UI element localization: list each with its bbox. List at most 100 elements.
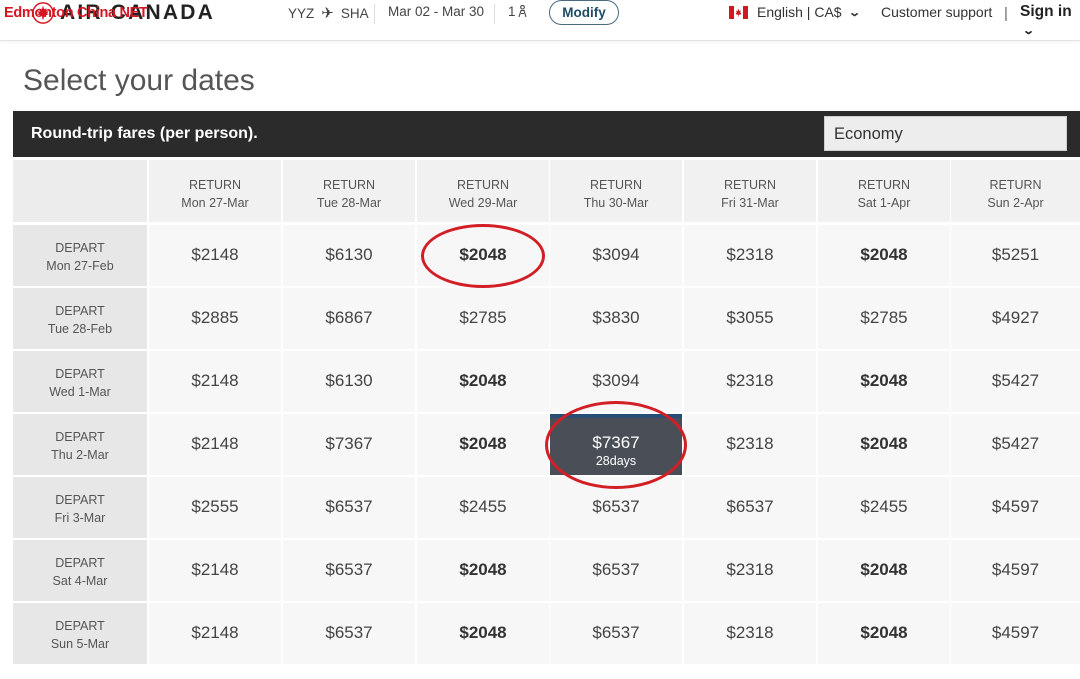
fare-price: $6537	[325, 497, 373, 516]
fare-cell[interactable]: $6537	[283, 603, 415, 664]
fare-cell[interactable]: $3055	[684, 288, 816, 349]
fare-cell[interactable]: $5427	[951, 414, 1080, 475]
return-date-header: RETURN Wed 29-Mar	[417, 160, 549, 222]
fare-cell[interactable]: $2785	[818, 288, 950, 349]
fare-price: $6537	[592, 623, 640, 642]
return-date-header: RETURN Fri 31-Mar	[684, 160, 816, 222]
depart-date-header: DEPART Tue 28-Feb	[13, 288, 147, 349]
fare-cell[interactable]: $2048	[818, 351, 950, 412]
fare-price: $7367	[592, 433, 640, 452]
fare-cell[interactable]: $2885	[149, 288, 281, 349]
watermark: Edmonton China NET	[4, 5, 148, 21]
fare-cell[interactable]: $3094	[550, 225, 682, 286]
person-icon	[517, 5, 527, 18]
fare-cell[interactable]: $6867	[283, 288, 415, 349]
fare-cell[interactable]: $4597	[951, 477, 1080, 538]
depart-label: DEPART	[55, 619, 105, 633]
fare-cell[interactable]: $2318	[684, 414, 816, 475]
fare-price: $2455	[459, 497, 507, 516]
sign-in-button[interactable]: Sign in ⌄	[1020, 3, 1080, 39]
modify-button[interactable]: Modify	[549, 0, 619, 25]
fare-cell[interactable]: $2148	[149, 603, 281, 664]
trip-dates[interactable]: Mar 02 - Mar 30	[388, 4, 484, 19]
customer-support-link[interactable]: Customer support	[881, 4, 992, 20]
return-label: RETURN	[723, 178, 777, 192]
fare-price: $2318	[726, 560, 774, 579]
return-date: Sat 1-Apr	[857, 196, 911, 210]
fare-cell[interactable]: $3094	[550, 351, 682, 412]
fare-cell[interactable]: $4597	[951, 540, 1080, 601]
fare-cell[interactable]: $6537	[283, 477, 415, 538]
chevron-down-icon: ⌄	[1022, 25, 1036, 37]
fare-cell-selected[interactable]: $7367 28days	[550, 414, 682, 475]
return-label: RETURN	[322, 178, 376, 192]
trip-route[interactable]: YYZ ✈ SHA	[288, 4, 369, 22]
fare-cell[interactable]: $2048	[417, 351, 549, 412]
plane-icon: ✈	[321, 5, 334, 22]
fare-cell[interactable]: $6537	[550, 603, 682, 664]
fare-cell[interactable]: $6537	[550, 477, 682, 538]
fare-cell[interactable]: $2148	[149, 414, 281, 475]
fare-price: $6867	[325, 308, 373, 327]
fare-cell[interactable]: $7367	[283, 414, 415, 475]
fare-price: $5427	[991, 371, 1040, 390]
fare-cell[interactable]: $2148	[149, 351, 281, 412]
fare-price: $6537	[325, 623, 373, 642]
return-date: Fri 31-Mar	[721, 196, 779, 210]
fare-cell[interactable]: $6537	[550, 540, 682, 601]
fare-cell[interactable]: $2318	[684, 225, 816, 286]
chevron-down-icon: ⌄	[847, 6, 861, 19]
fare-cell[interactable]: $4927	[951, 288, 1080, 349]
fare-cell[interactable]: $2318	[684, 351, 816, 412]
fare-cell[interactable]: $2048	[818, 414, 950, 475]
return-date-header: RETURN Tue 28-Mar	[283, 160, 415, 222]
fare-cell[interactable]: $6537	[283, 540, 415, 601]
depart-label: DEPART	[55, 367, 105, 381]
destination-code: SHA	[340, 5, 369, 21]
fare-cell[interactable]: $6130	[283, 351, 415, 412]
depart-date-header: DEPART Wed 1-Mar	[13, 351, 147, 412]
fare-cell[interactable]: $6130	[283, 225, 415, 286]
fare-price: $2048	[860, 371, 908, 390]
fare-price: $3830	[592, 308, 640, 327]
fare-cell[interactable]: $5251	[951, 225, 1080, 286]
fare-cell[interactable]: $2048	[818, 225, 950, 286]
fare-cell[interactable]: $2048	[417, 603, 549, 664]
language-selector[interactable]: English | CA$ ⌄	[729, 4, 861, 20]
sign-in-label: Sign in	[1020, 3, 1072, 20]
fare-price: $2048	[459, 371, 507, 390]
fare-price: $2148	[191, 371, 239, 390]
depart-date-header: DEPART Sat 4-Mar	[13, 540, 147, 601]
fare-cell[interactable]: $2455	[417, 477, 549, 538]
fare-price: $2785	[860, 308, 908, 327]
return-label: RETURN	[989, 178, 1042, 192]
language-label: English | CA$	[757, 4, 842, 20]
fare-cell[interactable]: $4597	[951, 603, 1080, 664]
fare-cell[interactable]: $2318	[684, 603, 816, 664]
cabin-class-select[interactable]: Economy	[824, 116, 1067, 151]
depart-date: Wed 1-Mar	[49, 385, 111, 399]
fare-cell[interactable]: $2455	[818, 477, 950, 538]
fare-cell[interactable]: $2318	[684, 540, 816, 601]
fare-cell[interactable]: $2048	[417, 414, 549, 475]
fare-cell[interactable]: $2048	[818, 540, 950, 601]
divider	[374, 4, 375, 24]
fare-price: $2048	[860, 245, 908, 264]
fare-cell[interactable]: $2048	[818, 603, 950, 664]
return-label: RETURN	[188, 178, 242, 192]
depart-label: DEPART	[55, 493, 105, 507]
fare-price: $2885	[191, 308, 239, 327]
fare-cell[interactable]: $6537	[684, 477, 816, 538]
fare-cell[interactable]: $2785	[417, 288, 549, 349]
divider	[494, 4, 495, 24]
fare-cell[interactable]: $2148	[149, 540, 281, 601]
top-header: AIR CANADA Edmonton China NET YYZ ✈ SHA …	[0, 0, 1080, 41]
fare-price: $6537	[592, 497, 640, 516]
fare-cell[interactable]: $2048	[417, 540, 549, 601]
fare-cell[interactable]: $2148	[149, 225, 281, 286]
fare-cell[interactable]: $3830	[550, 288, 682, 349]
fare-cell[interactable]: $2555	[149, 477, 281, 538]
passenger-count[interactable]: 1	[508, 4, 527, 19]
fare-cell[interactable]: $5427	[951, 351, 1080, 412]
fare-cell[interactable]: $2048	[417, 225, 549, 286]
